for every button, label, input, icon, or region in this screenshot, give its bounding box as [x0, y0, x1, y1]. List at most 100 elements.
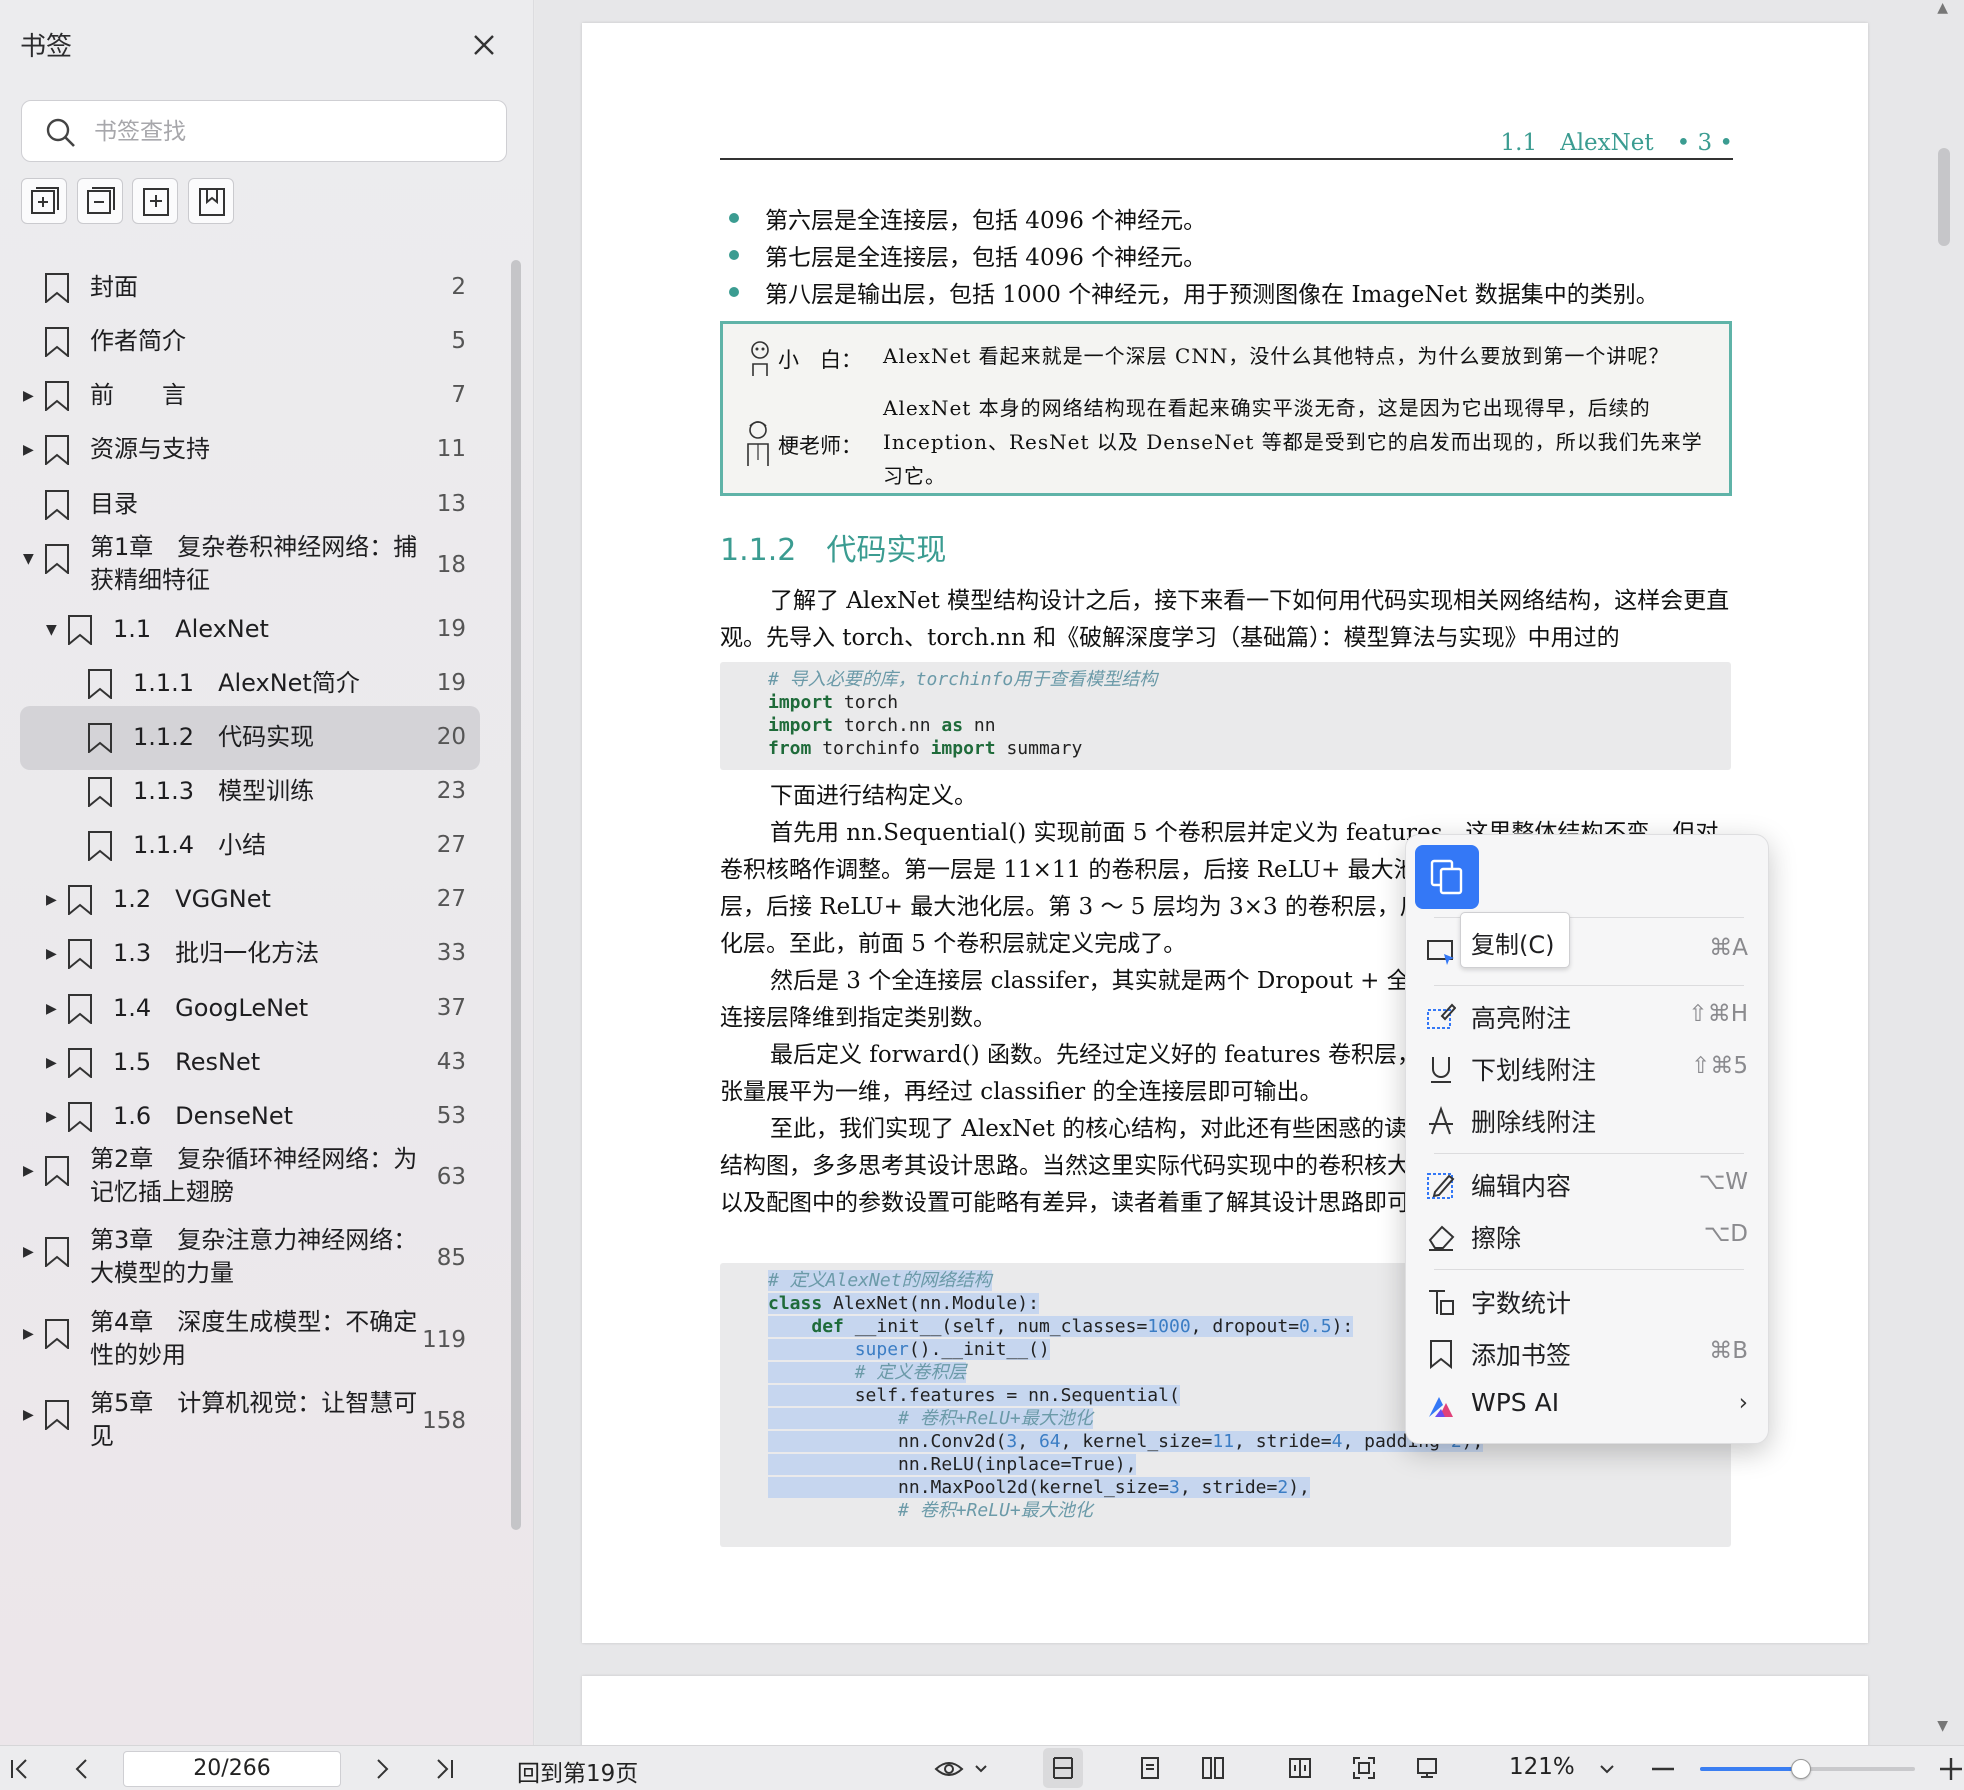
menu-item-add-bookmark[interactable]: 添加书签 ⌘B: [1420, 1330, 1756, 1378]
code-line[interactable]: nn.ReLU(inplace=True),: [768, 1454, 1137, 1475]
dialog-line: 习它。: [883, 464, 946, 488]
menu-item-highlight-note[interactable]: 高亮附注 ⇧⌘H: [1420, 993, 1756, 1041]
code-line[interactable]: # 定义卷积层: [768, 1362, 967, 1383]
code-line[interactable]: # 卷积+ReLU+最大池化: [768, 1408, 1093, 1429]
code-line[interactable]: def __init__(self, num_classes=1000, dro…: [768, 1316, 1354, 1337]
bookmark-icon: [44, 381, 70, 413]
menu-item-edit-content[interactable]: 编辑内容 ⌥W: [1420, 1161, 1756, 1209]
code-line[interactable]: nn.MaxPool2d(kernel_size=3, stride=2),: [768, 1477, 1310, 1498]
sidebar-scrollbar[interactable]: [511, 260, 521, 1530]
menu-shortcut: ⌘B: [1709, 1338, 1748, 1364]
first-page-icon[interactable]: [8, 1754, 32, 1784]
bookmark-page-number: 13: [436, 491, 466, 517]
bookmark-label: 第4章 深度生成模型：不确定性的妙用: [90, 1308, 418, 1369]
bookmark-item[interactable]: ▼ 第1章 复杂卷积神经网络：捕获精细特征 18: [20, 527, 480, 605]
code-line[interactable]: super().__init__(): [768, 1339, 1050, 1360]
zoom-out-icon[interactable]: [1650, 1754, 1676, 1784]
last-page-icon[interactable]: [432, 1754, 456, 1784]
single-page-button[interactable]: [1130, 1748, 1170, 1788]
previous-page-icon[interactable]: [70, 1754, 94, 1784]
menu-item-word-count[interactable]: 字数统计: [1420, 1278, 1756, 1326]
bookmark-icon: [1426, 1339, 1456, 1370]
bookmark-label: 第5章 计算机视觉：让智慧可见: [90, 1389, 418, 1450]
bookmark-page-number: 19: [436, 616, 466, 642]
menu-shortcut: ⇧⌘H: [1688, 1001, 1748, 1027]
bookmark-item[interactable]: ▶ 第2章 复杂循环神经网络：为记忆插上翅膀 63: [20, 1139, 480, 1217]
bullet-item: 第八层是输出层，包括 1000 个神经元，用于预测图像在 ImageNet 数据…: [729, 275, 1659, 309]
bookmark-label: 1.4 GoogLeNet: [113, 994, 309, 1022]
bookmark-page-number: 20: [436, 724, 466, 750]
bookmark-item[interactable]: ▶ 第4章 深度生成模型：不确定性的妙用 119: [20, 1302, 480, 1380]
bookmark-label: 第2章 复杂循环神经网络：为记忆插上翅膀: [90, 1145, 418, 1206]
menu-item-label: 高亮附注: [1471, 1004, 1572, 1033]
bookmark-icon: [67, 615, 93, 647]
back-to-page-link[interactable]: 回到第19页: [517, 1754, 638, 1788]
sidebar-title: 书签: [20, 32, 73, 62]
code-line[interactable]: nn.Conv2d(3, 64, kernel_size=11, stride=…: [768, 1431, 1484, 1452]
page-number-input[interactable]: 20/266: [123, 1751, 341, 1787]
zoom-slider-handle[interactable]: [1791, 1759, 1812, 1779]
bookmark-page-number: 5: [451, 328, 466, 354]
close-icon[interactable]: [467, 28, 501, 62]
bookmark-icon: [44, 327, 70, 359]
collapse-arrow-icon[interactable]: ▶: [23, 1383, 34, 1447]
bookmark-icon: [87, 723, 113, 755]
next-page-icon[interactable]: [370, 1754, 394, 1784]
continuous-scroll-button[interactable]: [1043, 1748, 1083, 1788]
bookmark-icon: [44, 435, 70, 467]
bookmark-icon: [44, 273, 70, 305]
code-line[interactable]: # 定义AlexNet的网络结构: [768, 1270, 992, 1291]
collapse-arrow-icon[interactable]: ▶: [23, 1139, 34, 1203]
expand-all-button[interactable]: [21, 178, 67, 224]
scroll-down-icon[interactable]: ▼: [1937, 1718, 1948, 1734]
fit-page-button[interactable]: [1344, 1748, 1384, 1788]
document-scrollbar[interactable]: [1938, 148, 1950, 246]
menu-item-underline-note[interactable]: 下划线附注 ⇧⌘5: [1420, 1045, 1756, 1093]
bookmark-label: 1.1.3 模型训练: [133, 777, 315, 805]
bookmark-item[interactable]: ▶ 第3章 复杂注意力神经网络：大模型的力量 85: [20, 1220, 480, 1298]
speaker-teacher: 梗老师：: [778, 434, 862, 458]
code-line[interactable]: class AlexNet(nn.Module):: [768, 1293, 1039, 1314]
bookmark-icon: [44, 1156, 70, 1188]
two-page-button[interactable]: [1193, 1748, 1233, 1788]
collapse-all-button[interactable]: [77, 178, 123, 224]
bookmark-item[interactable]: ▶ 第5章 计算机视觉：让智慧可见 158: [20, 1383, 480, 1461]
menu-item-label: 添加书签: [1471, 1341, 1572, 1370]
collapse-arrow-icon[interactable]: ▶: [23, 1220, 34, 1284]
zoom-in-icon[interactable]: [1938, 1754, 1964, 1784]
word-count-icon: [1426, 1287, 1456, 1317]
zoom-dropdown-icon[interactable]: [1598, 1754, 1616, 1784]
search-input[interactable]: [94, 113, 494, 151]
book-mode-button[interactable]: [1280, 1748, 1320, 1788]
copy-button[interactable]: [1415, 845, 1479, 909]
bookmark-marker-button[interactable]: [188, 178, 234, 224]
strikethrough-icon: [1426, 1106, 1456, 1136]
collapse-arrow-icon[interactable]: ▶: [23, 1302, 34, 1366]
edit-icon: [1426, 1170, 1456, 1200]
bookmark-page-number: 158: [422, 1408, 466, 1434]
menu-shortcut: ⇧⌘5: [1691, 1053, 1748, 1079]
zoom-level[interactable]: 121%: [1509, 1754, 1575, 1780]
speaker-student: 小 白：: [778, 348, 862, 372]
bookmark-page-number: 37: [436, 995, 466, 1021]
zoom-slider[interactable]: [1700, 1759, 1915, 1779]
bookmark-page-number: 23: [436, 778, 466, 804]
bookmark-sidebar: 书签 封面 2 作者简介 5 ▶ 前 言 7 ▶ 资源与支持 11 目录 13 ▼ 第1章 复杂卷积神经网…: [0, 0, 534, 1745]
teacher-avatar-icon: [743, 420, 773, 471]
fullscreen-button[interactable]: [1407, 1748, 1447, 1788]
menu-item-label: 下划线附注: [1471, 1056, 1597, 1085]
menu-item-wps-ai[interactable]: WPS AI ›: [1420, 1382, 1756, 1430]
search-icon: [44, 116, 78, 154]
code-line: # 导入必要的库，torchinfo用于查看模型结构: [768, 669, 1158, 690]
menu-item-strikethrough-note[interactable]: 删除线附注: [1420, 1097, 1756, 1145]
paragraph: 下面进行结构定义。: [770, 783, 977, 809]
bookmark-search[interactable]: [21, 100, 507, 162]
add-bookmark-button[interactable]: [132, 178, 178, 224]
eye-icon[interactable]: [934, 1754, 994, 1784]
code-line[interactable]: # 卷积+ReLU+最大池化: [768, 1499, 1093, 1522]
menu-item-erase[interactable]: 擦除 ⌥D: [1420, 1213, 1756, 1261]
expand-arrow-icon[interactable]: ▼: [23, 527, 34, 591]
code-line[interactable]: self.features = nn.Sequential(: [768, 1385, 1180, 1406]
bookmark-icon: [44, 1237, 70, 1269]
scroll-up-icon[interactable]: ▲: [1937, 0, 1948, 16]
